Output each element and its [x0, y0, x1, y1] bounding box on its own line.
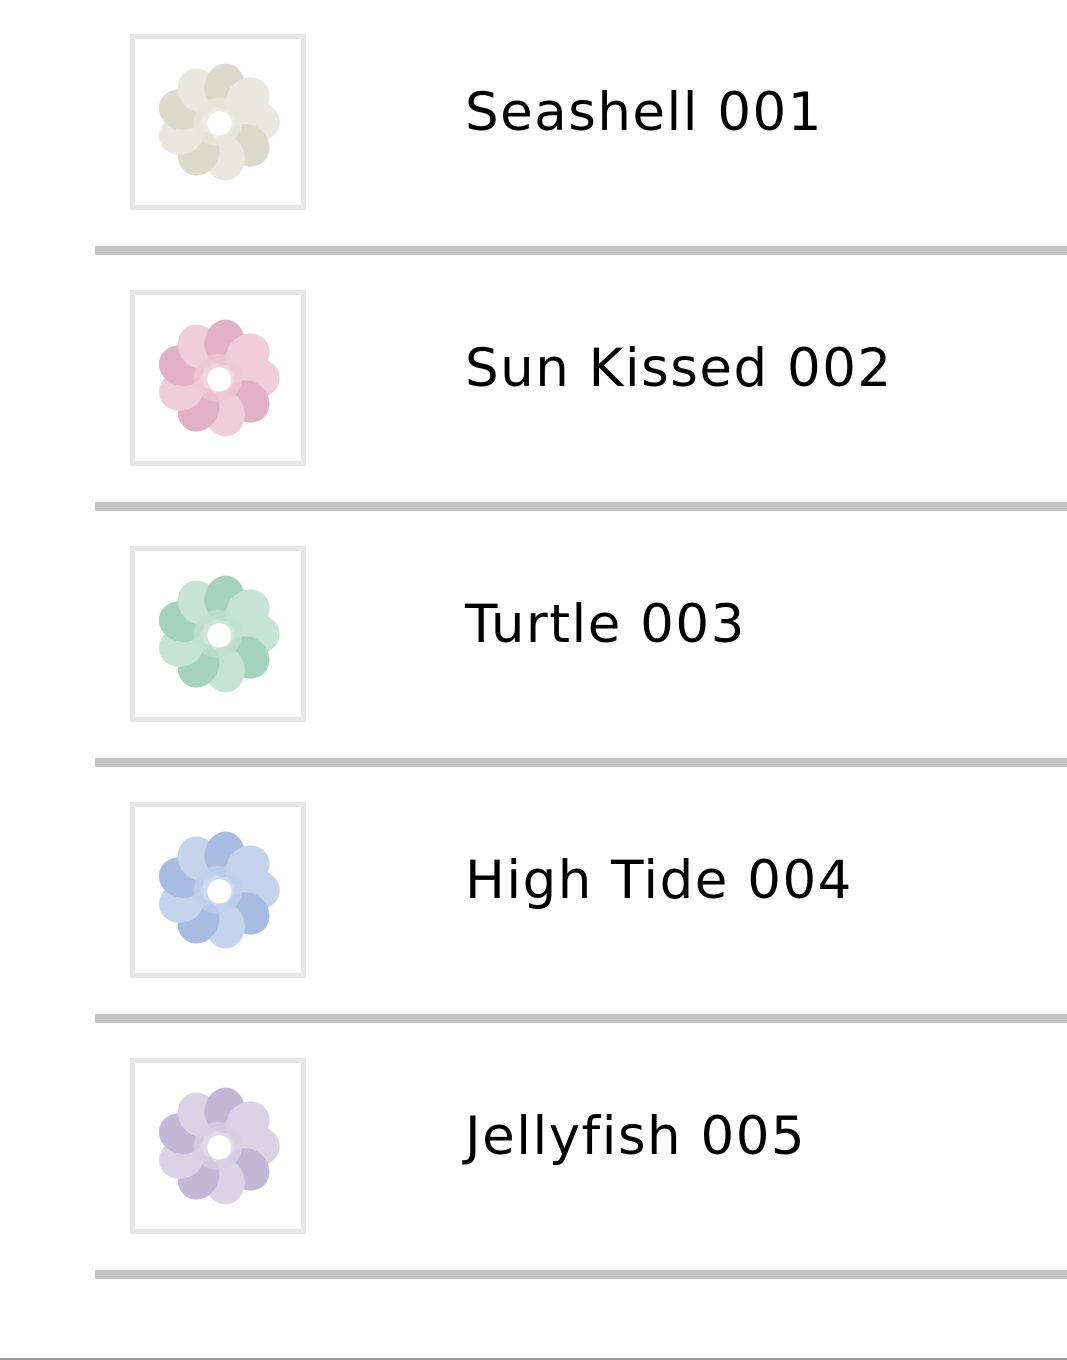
product-thumbnail[interactable]	[130, 34, 306, 210]
list-item[interactable]: High Tide 004	[0, 768, 1067, 1024]
list-item[interactable]: Sun Kissed 002	[0, 256, 1067, 512]
product-name[interactable]: Jellyfish 005	[465, 1101, 806, 1173]
list-item[interactable]: Seashell 001	[0, 0, 1067, 256]
product-name[interactable]: Sun Kissed 002	[465, 333, 893, 405]
scrunchie-icon	[158, 1087, 280, 1205]
scrunchie-icon	[158, 319, 280, 437]
list-item[interactable]: Turtle 003	[0, 512, 1067, 768]
product-name[interactable]: High Tide 004	[465, 845, 853, 917]
product-thumbnail[interactable]	[130, 546, 306, 722]
scrunchie-icon	[158, 831, 280, 949]
row-divider	[95, 502, 1067, 511]
product-thumbnail[interactable]	[130, 802, 306, 978]
row-divider	[95, 1270, 1067, 1279]
scrunchie-icon	[158, 63, 280, 181]
scrunchie-icon	[158, 575, 280, 693]
product-thumbnail[interactable]	[130, 290, 306, 466]
product-name[interactable]: Turtle 003	[465, 589, 746, 661]
product-thumbnail[interactable]	[130, 1058, 306, 1234]
list-item[interactable]: Jellyfish 005	[0, 1024, 1067, 1280]
row-divider	[95, 246, 1067, 255]
row-divider	[95, 758, 1067, 767]
product-name[interactable]: Seashell 001	[465, 77, 823, 149]
row-divider	[95, 1014, 1067, 1023]
